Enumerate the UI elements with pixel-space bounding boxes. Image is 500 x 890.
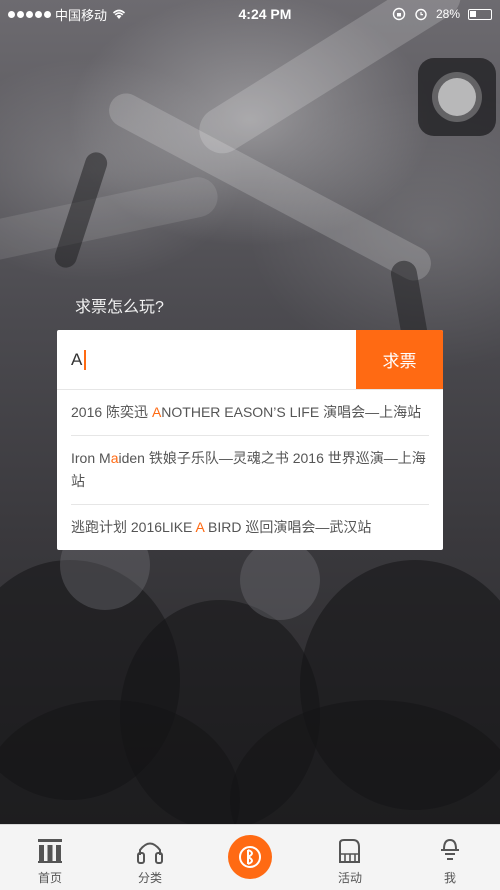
person-icon [441,838,459,860]
howto-link[interactable]: 求票怎么玩? [75,293,164,317]
text-caret [84,349,87,370]
suggestion-item[interactable]: 2016 陈奕迅 ANOTHER EASON’S LIFE 演唱会—上海站 [71,390,429,436]
battery-percent: 28% [435,7,460,21]
tab-category-label: 分类 [137,871,162,885]
center-action-button[interactable] [228,835,272,879]
headphones-icon [137,842,163,864]
search-panel: A 求票 2016 陈奕迅 ANOTHER EASON’S LIFE 演唱会—上… [57,330,443,550]
tab-me[interactable]: 我 [400,825,500,886]
status-bar: 中国移动 4:24 PM 28% [0,0,500,28]
search-input-value: A [71,349,83,369]
signal-icon [8,10,51,18]
suggestion-item[interactable]: 逃跑计划 2016LIKE A BIRD 巡回演唱会—武汉站 [71,505,429,550]
tab-center[interactable] [200,825,300,879]
wifi-icon [112,9,126,19]
search-input[interactable]: A [57,330,356,389]
home-icon [38,839,62,863]
tab-activity[interactable]: 活动 [300,825,400,886]
tab-me-label: 我 [443,871,456,885]
tab-bar: 首页 分类 活动 我 [0,824,500,890]
battery-icon [468,8,492,20]
tab-category[interactable]: 分类 [100,825,200,886]
assistive-touch-button[interactable] [418,58,496,136]
suggestion-item[interactable]: Iron Maiden 铁娘子乐队—灵魂之书 2016 世界巡演—上海站 [71,436,429,505]
tab-activity-label: 活动 [337,871,362,885]
piano-icon [339,839,360,863]
search-ticket-button[interactable]: 求票 [356,330,443,389]
alarm-icon [415,8,427,21]
rotation-lock-icon [392,7,406,21]
carrier-label: 中国移动 [55,7,108,23]
tab-home-label: 首页 [37,871,62,885]
center-ticket-icon [239,846,261,868]
tab-home[interactable]: 首页 [0,825,100,886]
clock: 4:24 PM [238,6,292,22]
